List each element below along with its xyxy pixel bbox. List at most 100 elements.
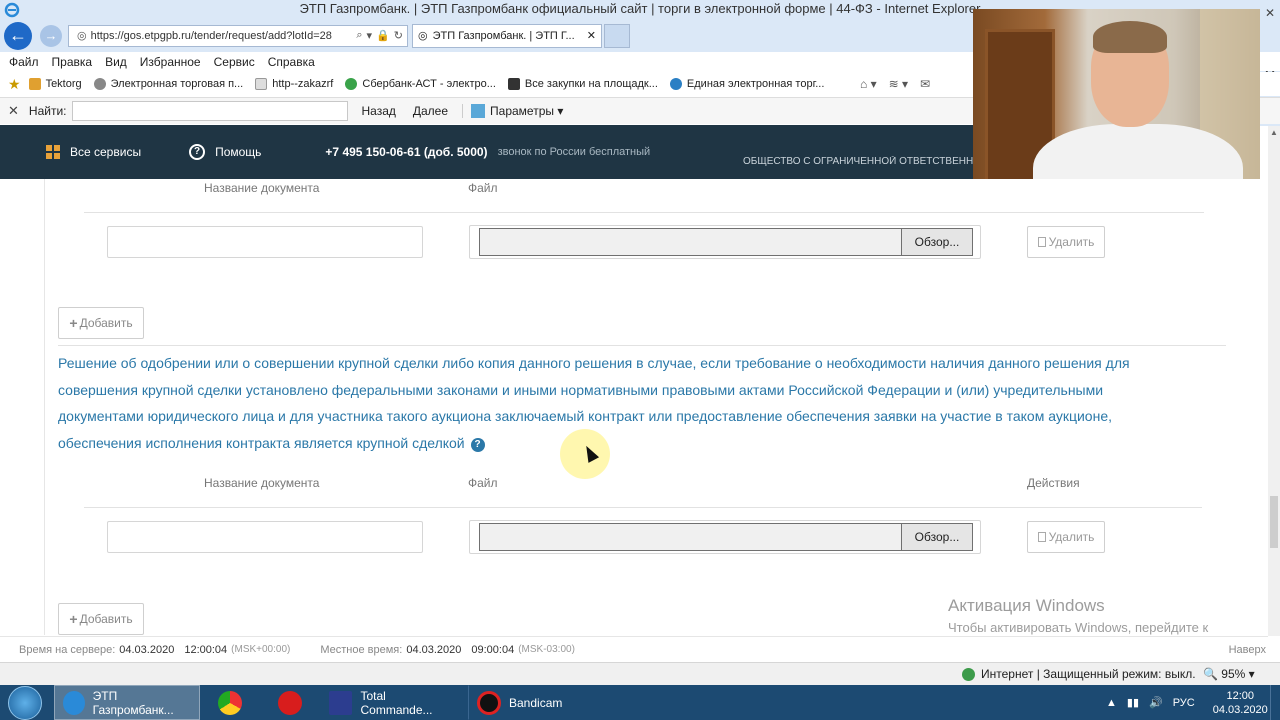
forward-button[interactable]: →: [40, 24, 62, 47]
favorite-item[interactable]: Сбербанк-АСТ - электро...: [345, 78, 496, 90]
browser-tab-active[interactable]: ◎ ЭТП Газпромбанк. | ЭТП Г... ✕: [412, 23, 602, 48]
webcam-person-hair: [1093, 21, 1167, 53]
favorites-star-icon[interactable]: ★: [8, 76, 21, 93]
local-time-label: Местное время:: [320, 643, 403, 656]
address-bar[interactable]: ◎ https://gos.etpgpb.ru/tender/request/a…: [68, 24, 408, 47]
document-name-input[interactable]: [107, 521, 423, 553]
column-header-doc-name: Название документа: [204, 476, 320, 490]
close-find-icon[interactable]: ✕: [8, 103, 19, 119]
favorite-item[interactable]: Единая электронная торг...: [669, 78, 824, 90]
browse-button[interactable]: Обзор...: [901, 228, 973, 256]
scrollbar-thumb[interactable]: [1270, 496, 1278, 548]
all-services-button[interactable]: Все сервисы: [46, 145, 141, 159]
organization-name[interactable]: ОБЩЕСТВО С ОГРАНИЧЕННОЙ ОТВЕТСТВЕННОСТЬЮ: [743, 156, 973, 167]
show-desktop-button[interactable]: [1270, 685, 1280, 720]
server-date: 04.03.2020: [119, 643, 175, 656]
menu-help[interactable]: Справка: [268, 55, 315, 69]
phone-note: звонок по России бесплатный: [497, 146, 651, 158]
browse-button[interactable]: Обзор...: [901, 523, 973, 551]
highlight-icon: [471, 104, 486, 118]
document-name-input[interactable]: [107, 226, 423, 258]
file-field: Обзор...: [469, 520, 981, 554]
file-path-input[interactable]: [479, 228, 901, 256]
trash-icon: [1037, 532, 1046, 542]
column-header-doc-name: Название документа: [204, 181, 320, 195]
favorite-item[interactable]: Все закупки на площадк...: [507, 78, 658, 90]
tab-label: ЭТП Газпромбанк. | ЭТП Г...: [432, 29, 575, 42]
scroll-to-top-link[interactable]: Наверх: [1229, 644, 1266, 656]
lock-icon: 🔒: [376, 30, 390, 42]
rss-icon[interactable]: ≋ ▾: [889, 77, 908, 91]
divider: [84, 212, 1204, 213]
globe-icon: [962, 667, 975, 681]
favorite-item[interactable]: Tektorg: [28, 78, 82, 90]
new-tab-button[interactable]: [604, 23, 630, 48]
page-content: Название документа Файл Обзор... Удалить…: [0, 179, 1268, 635]
taskbar-item-total-commander[interactable]: Total Commande...: [320, 685, 468, 720]
language-indicator[interactable]: РУС: [1173, 697, 1195, 709]
page-icon: [255, 78, 268, 90]
add-document-button[interactable]: + Добавить: [58, 307, 144, 339]
refresh-icon[interactable]: ↻: [394, 29, 403, 42]
dropdown-icon[interactable]: ▾: [367, 29, 373, 42]
find-prev-button[interactable]: Назад: [357, 104, 399, 118]
column-header-file: Файл: [468, 476, 498, 490]
phone-number: +7 495 150-06-61 (доб. 5000): [325, 145, 488, 159]
server-time-bar: Время на сервере: 04.03.2020 12:00:04 (M…: [0, 636, 1268, 662]
info-icon[interactable]: ?: [470, 437, 485, 452]
column-header-actions: Действия: [1027, 476, 1080, 490]
favorite-item[interactable]: http--zakazrf: [255, 78, 333, 90]
help-link[interactable]: ? Помощь: [189, 144, 261, 160]
page-scrollbar[interactable]: ▲: [1268, 126, 1280, 636]
tab-close-icon[interactable]: ✕: [587, 29, 596, 42]
add-document-button[interactable]: + Добавить: [58, 603, 144, 635]
delete-button[interactable]: Удалить: [1027, 226, 1105, 258]
menu-file[interactable]: Файл: [9, 55, 39, 69]
site-header: Все сервисы ? Помощь +7 495 150-06-61 (д…: [0, 125, 973, 179]
network-icon[interactable]: ▮▮: [1127, 696, 1139, 709]
find-params-button[interactable]: Параметры ▾: [462, 104, 563, 118]
zoom-level[interactable]: 🔍 95% ▾: [1203, 667, 1255, 681]
back-button[interactable]: ←: [4, 21, 32, 50]
file-path-input[interactable]: [479, 523, 901, 551]
tab-favicon-icon: ◎: [418, 30, 428, 42]
site-favicon-icon: ◎: [77, 30, 87, 42]
clock-time: 12:00: [1226, 689, 1255, 702]
address-url[interactable]: https://gos.etpgpb.ru/tender/request/add…: [91, 30, 353, 42]
server-tz: (MSK+00:00): [231, 644, 291, 655]
help-label: Помощь: [215, 145, 262, 159]
file-field: Обзор...: [469, 225, 981, 259]
start-button[interactable]: [8, 685, 42, 720]
taskbar-item-ie[interactable]: ЭТП Газпромбанк...: [54, 685, 200, 720]
favorite-item[interactable]: Электронная торговая п...: [93, 78, 243, 90]
menu-view[interactable]: Вид: [105, 55, 127, 69]
section-divider: [58, 345, 1226, 346]
volume-icon[interactable]: 🔊: [1149, 696, 1163, 709]
menu-tools[interactable]: Сервис: [214, 55, 255, 69]
search-icon[interactable]: ⌕: [356, 29, 362, 42]
floppy-disk-icon: [329, 690, 353, 715]
menu-favorites[interactable]: Избранное: [140, 55, 201, 69]
security-zone[interactable]: Интернет | Защищенный режим: выкл.: [962, 667, 1196, 681]
find-input[interactable]: [72, 101, 349, 121]
mail-icon[interactable]: ✉: [920, 77, 930, 91]
site-icon: [93, 78, 106, 90]
find-next-button[interactable]: Далее: [409, 104, 452, 118]
close-icon[interactable]: ✕: [1260, 6, 1280, 20]
home-icon[interactable]: ⌂ ▾: [860, 77, 877, 91]
help-icon: ?: [189, 144, 206, 160]
internet-explorer-icon: [63, 690, 85, 715]
delete-button[interactable]: Удалить: [1027, 521, 1105, 553]
trash-icon: [1037, 237, 1046, 247]
eets-icon: [669, 78, 682, 90]
clock[interactable]: 12:00 04.03.2020: [1213, 689, 1268, 717]
menu-edit[interactable]: Правка: [52, 55, 93, 69]
grid-icon: [46, 145, 60, 159]
scroll-up-icon[interactable]: ▲: [1270, 128, 1278, 137]
taskbar-item-opera[interactable]: [260, 685, 320, 720]
tray-expand-icon[interactable]: ▲: [1106, 697, 1117, 709]
sberbank-icon: [345, 78, 358, 90]
taskbar-item-chrome[interactable]: [200, 685, 260, 720]
content-border: [44, 179, 45, 635]
taskbar-item-bandicam[interactable]: Bandicam: [468, 685, 616, 720]
